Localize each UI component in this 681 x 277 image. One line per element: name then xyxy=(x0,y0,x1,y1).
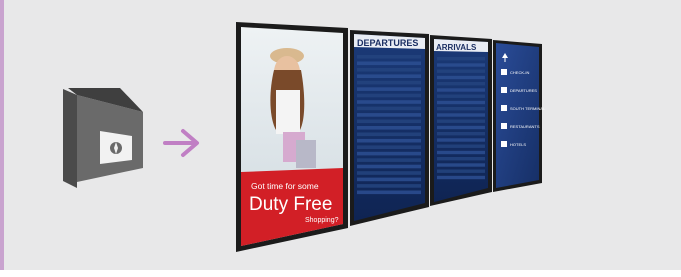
departures-row xyxy=(357,145,421,149)
departures-row xyxy=(357,138,421,143)
arrivals-row xyxy=(437,69,485,73)
arrivals-row xyxy=(437,119,485,123)
arrivals-row xyxy=(437,94,485,98)
departures-row xyxy=(357,87,421,91)
departures-row xyxy=(357,190,421,195)
right-arrow-icon xyxy=(163,129,199,157)
menu-item-label: SOUTH TERMINAL xyxy=(510,106,546,111)
departures-row xyxy=(357,67,421,72)
arrivals-row xyxy=(437,113,485,117)
departures-row xyxy=(357,74,421,78)
arrivals-row xyxy=(437,100,485,105)
menu-item-label: DEPARTURES xyxy=(510,88,537,93)
arrivals-row xyxy=(437,107,485,111)
menu-screen xyxy=(493,40,542,192)
arrivals-row xyxy=(437,132,485,136)
menu-item-label: RESTAURANTS xyxy=(510,124,540,129)
ad-headline: Got time for some xyxy=(251,181,319,191)
arrivals-row xyxy=(437,157,485,161)
arrivals-row xyxy=(437,125,485,130)
departures-row xyxy=(357,106,421,111)
arrivals-row xyxy=(437,75,485,80)
arrivals-row xyxy=(437,138,485,142)
arrivals-row xyxy=(437,150,485,155)
departures-row xyxy=(357,100,421,104)
ad-big-text: Duty Free xyxy=(249,194,332,215)
departures-row xyxy=(357,61,421,66)
menu-item-icon xyxy=(501,87,507,93)
arrivals-row xyxy=(437,169,485,173)
menu-item-label: HOTELS xyxy=(510,142,526,147)
menu-item-icon xyxy=(501,105,507,111)
arrivals-screen xyxy=(430,35,492,206)
departures-row xyxy=(357,80,421,85)
departures-row xyxy=(357,93,421,98)
arrivals-row xyxy=(437,63,485,67)
departures-row xyxy=(357,158,421,162)
signage-illustration: Got time for some Duty Free Shopping? DE… xyxy=(63,22,546,252)
departures-row xyxy=(357,113,421,117)
menu-item-label: CHECK-IN xyxy=(510,70,529,75)
arrivals-row xyxy=(437,163,485,167)
departures-screen xyxy=(350,30,429,226)
departures-title: DEPARTURES xyxy=(357,38,418,48)
departures-row xyxy=(357,119,421,124)
ticket-icon xyxy=(63,88,143,188)
menu-item-icon xyxy=(501,123,507,129)
menu-item-icon xyxy=(501,141,507,147)
departures-row xyxy=(357,164,421,169)
departures-row xyxy=(357,177,421,182)
arrivals-row xyxy=(437,82,485,86)
ad-sub-text: Shopping? xyxy=(305,217,339,224)
departures-row xyxy=(357,184,421,188)
menu-item-icon xyxy=(501,69,507,75)
arrivals-title: ARRIVALS xyxy=(436,43,477,52)
departures-row xyxy=(357,132,421,137)
arrivals-row xyxy=(437,175,485,180)
arrivals-row xyxy=(437,144,485,148)
arrivals-row xyxy=(437,57,485,61)
departures-row xyxy=(357,126,421,130)
arrivals-row xyxy=(437,88,485,92)
departures-row xyxy=(357,151,421,156)
departures-row xyxy=(357,55,421,59)
departures-row xyxy=(357,171,421,175)
